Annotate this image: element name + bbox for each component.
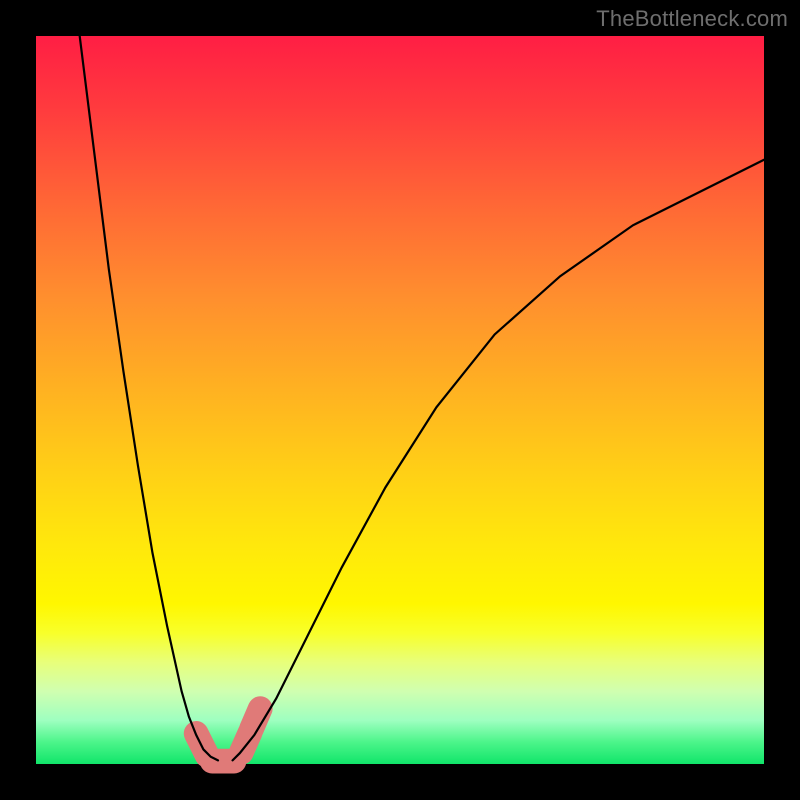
attribution-text: TheBottleneck.com bbox=[596, 6, 788, 32]
chart-svg bbox=[36, 36, 764, 764]
chart-frame: TheBottleneck.com bbox=[0, 0, 800, 800]
curve-right bbox=[233, 160, 764, 761]
curve-left bbox=[80, 36, 218, 760]
plot-area bbox=[36, 36, 764, 764]
